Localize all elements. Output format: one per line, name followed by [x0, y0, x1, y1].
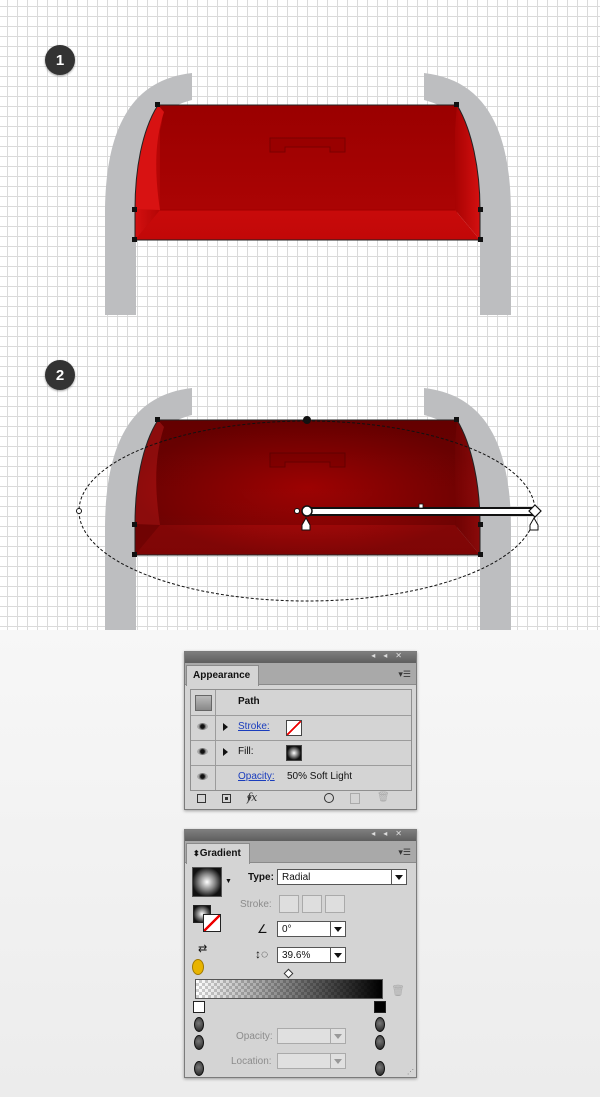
panel-titlebar[interactable]: ◂◂✕	[185, 651, 416, 663]
opacity-dropdown-arrow	[330, 1028, 346, 1044]
collapse-icon[interactable]: ◂◂	[371, 651, 395, 660]
opacity-link[interactable]: Opacity:	[238, 771, 275, 782]
gradient-midpoint-diamond[interactable]	[283, 968, 294, 979]
updown-arrows-icon: ⬍	[193, 849, 200, 858]
stroke-across-icon	[325, 895, 345, 913]
location-dropdown-arrow	[330, 1053, 346, 1069]
location-input	[277, 1053, 332, 1069]
pin-icon	[375, 1061, 385, 1076]
close-icon[interactable]: ✕	[395, 829, 410, 838]
panel-titlebar[interactable]: ◂◂✕	[185, 829, 416, 841]
opacity-value: 50% Soft Light	[287, 771, 353, 782]
fill-label: Fill:	[238, 746, 254, 757]
appearance-opacity-row[interactable]: Opacity: 50% Soft Light	[191, 765, 411, 790]
stroke-along-icon	[302, 895, 322, 913]
gradient-tool-icon[interactable]	[192, 959, 204, 975]
duplicate-item-icon	[350, 793, 360, 804]
none-swatch-icon[interactable]	[286, 720, 302, 736]
stroke-within-icon	[279, 895, 299, 913]
pin-icon	[194, 1017, 204, 1032]
type-dropdown-arrow[interactable]	[391, 869, 407, 885]
delete-item-icon: 🗑	[377, 792, 390, 803]
angle-input[interactable]: 0°	[277, 921, 332, 937]
stroke-indicator-icon[interactable]	[203, 914, 221, 932]
pin-icon	[194, 1035, 204, 1050]
type-select[interactable]: Radial	[277, 869, 393, 885]
stroke-label: Stroke:	[240, 899, 272, 910]
visibility-eye-icon[interactable]	[197, 773, 208, 780]
add-stroke-icon[interactable]	[197, 794, 206, 803]
close-icon[interactable]: ✕	[395, 651, 410, 660]
gradient-slider[interactable]	[195, 979, 383, 999]
panel-menu-icon[interactable]: ▾☰	[398, 847, 411, 858]
collapse-icon[interactable]: ◂◂	[371, 829, 395, 838]
panel-tab-row: Appearance ▾☰	[185, 663, 416, 686]
visibility-eye-icon[interactable]	[197, 723, 208, 730]
step1-art	[105, 73, 511, 315]
expand-triangle-icon[interactable]	[223, 748, 228, 756]
aspect-ratio-dropdown-arrow[interactable]	[330, 947, 346, 963]
angle-dropdown-arrow[interactable]	[330, 921, 346, 937]
type-label: Type:	[248, 872, 274, 883]
aspect-ratio-input[interactable]: 39.6%	[277, 947, 332, 963]
opacity-label: Opacity:	[236, 1031, 273, 1042]
radial-gradient-overlay	[135, 420, 480, 555]
object-label: Path	[238, 696, 260, 707]
aspect-ratio-icon: ↕◌	[255, 947, 269, 961]
opacity-input	[277, 1028, 332, 1044]
expand-triangle-icon[interactable]	[223, 723, 228, 731]
appearance-object-row[interactable]: Path	[191, 690, 411, 716]
appearance-footer: fx ▾ 🗑	[185, 791, 416, 809]
artwork-illustration	[76, 73, 542, 630]
step2-art	[76, 388, 542, 630]
gradient-preview-swatch[interactable]	[192, 867, 222, 897]
appearance-panel: ◂◂✕ Appearance ▾☰ Path Stroke: Fill: Opa…	[184, 651, 417, 810]
delete-stop-icon: 🗑	[391, 985, 405, 997]
panel-menu-icon[interactable]: ▾☰	[398, 669, 411, 680]
box-floor	[135, 210, 480, 240]
pin-icon	[375, 1017, 385, 1032]
visibility-eye-icon[interactable]	[197, 748, 208, 755]
fx-icon[interactable]: fx ▾	[247, 791, 257, 804]
path-thumbnail-icon	[195, 695, 212, 711]
clear-appearance-icon[interactable]	[324, 793, 334, 803]
appearance-fill-row[interactable]: Fill:	[191, 740, 411, 766]
stroke-link[interactable]: Stroke:	[238, 721, 270, 732]
radial-gradient-swatch-icon[interactable]	[286, 745, 302, 761]
add-fill-icon[interactable]	[222, 794, 231, 803]
pin-icon	[375, 1035, 385, 1050]
angle-icon: ∠	[257, 922, 268, 936]
appearance-stroke-row[interactable]: Stroke:	[191, 715, 411, 741]
location-label: Location:	[231, 1056, 272, 1067]
gradient-stop-black[interactable]	[374, 1001, 386, 1013]
gradient-stop-white[interactable]	[193, 1001, 205, 1013]
pin-icon	[194, 1061, 204, 1076]
swatch-dropdown-icon[interactable]: ▼	[225, 878, 232, 885]
gradient-panel: ◂◂✕ ⬍Gradient ▾☰ ▼ ⇄ Type: Radial Stroke…	[184, 829, 417, 1078]
resize-grip-icon[interactable]: ⋰	[407, 1068, 414, 1076]
reverse-gradient-icon[interactable]: ⇄	[198, 942, 207, 955]
panel-tab-row: ⬍Gradient ▾☰	[185, 841, 416, 864]
tab-appearance[interactable]: Appearance	[186, 665, 260, 686]
appearance-list: Path Stroke: Fill: Opacity: 50% Soft Lig…	[190, 689, 412, 791]
tab-gradient[interactable]: ⬍Gradient	[186, 843, 250, 864]
